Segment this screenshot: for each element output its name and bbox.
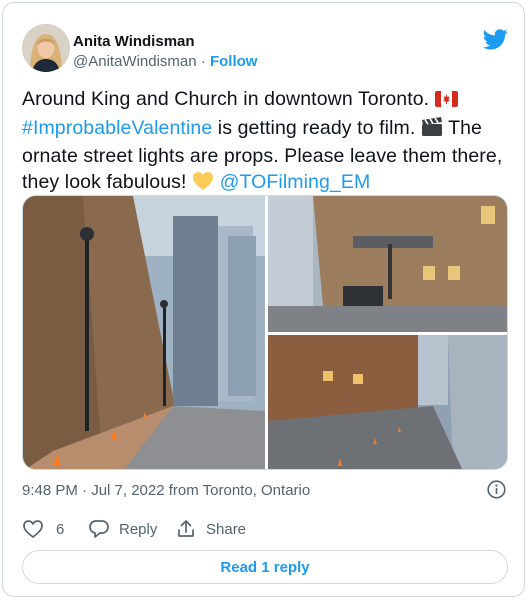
avatar[interactable] xyxy=(22,24,70,72)
read-replies-button[interactable]: Read 1 reply xyxy=(22,550,508,584)
tweet-timestamp[interactable]: 9:48 PM · Jul 7, 2022 from Toronto, Onta… xyxy=(22,482,310,499)
tweet-card: Anita Windisman @AnitaWindisman · Follow… xyxy=(2,2,525,597)
hashtag-link[interactable]: #ImprobableValentine xyxy=(22,117,212,139)
separator-dot: · xyxy=(196,53,210,70)
tweet-text-part-2: is getting ready to film. xyxy=(212,116,421,139)
photo-bottom-right[interactable] xyxy=(268,335,508,470)
author-name[interactable]: Anita Windisman xyxy=(73,33,195,50)
photo-left[interactable] xyxy=(23,196,265,470)
like-count: 6 xyxy=(56,520,65,538)
clapper-board-icon xyxy=(421,116,443,145)
tweet-text-part-1: Around King and Church in downtown Toron… xyxy=(22,88,435,110)
author-handle[interactable]: @AnitaWindisman xyxy=(73,53,197,70)
share-label: Share xyxy=(206,520,247,538)
info-icon[interactable] xyxy=(487,480,506,499)
heart-icon xyxy=(22,519,44,539)
reply-label: Reply xyxy=(119,520,158,538)
media-grid[interactable] xyxy=(22,195,508,470)
twitter-bird-icon[interactable] xyxy=(482,29,508,50)
reply-button[interactable]: Reply xyxy=(88,519,157,539)
photo-top-right[interactable] xyxy=(268,196,508,332)
reply-icon xyxy=(88,519,110,539)
media-photos[interactable] xyxy=(23,196,508,470)
follow-link[interactable]: Follow xyxy=(210,53,258,70)
mention-link[interactable]: @TOFilming_EM xyxy=(220,171,371,193)
author-handle-row: @AnitaWindisman · Follow xyxy=(73,53,257,70)
canada-flag-icon xyxy=(434,90,458,116)
share-button[interactable]: Share xyxy=(176,519,246,539)
yellow-heart-icon xyxy=(192,171,214,199)
share-icon xyxy=(176,519,196,539)
like-button[interactable]: 6 xyxy=(22,519,64,539)
tweet-text: Around King and Church in downtown Toron… xyxy=(22,87,510,198)
